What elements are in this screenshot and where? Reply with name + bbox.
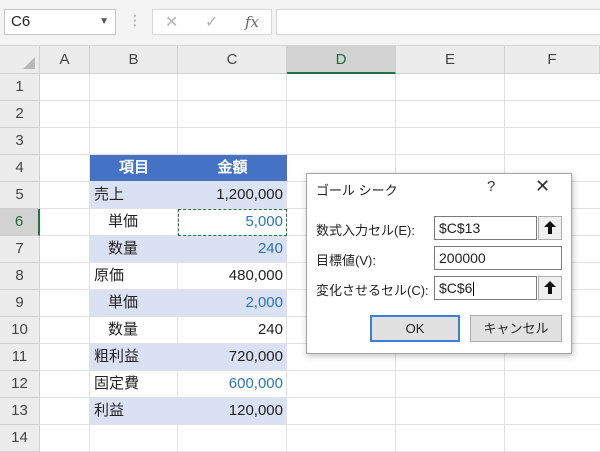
- collapse-dialog-arrow-icon: [544, 221, 556, 234]
- dialog-title: ゴール シーク: [316, 183, 398, 198]
- table-row-value[interactable]: 240: [178, 236, 287, 262]
- formula-buttons: ✕ ✓ fx: [152, 9, 272, 35]
- row-header-13[interactable]: 13: [0, 398, 40, 425]
- row-header-6[interactable]: 6: [0, 209, 40, 236]
- row-header-7[interactable]: 7: [0, 236, 40, 263]
- set-cell-input[interactable]: $C$13: [434, 216, 537, 240]
- column-header-e[interactable]: E: [396, 46, 505, 74]
- set-cell-ref-button[interactable]: [538, 216, 562, 240]
- table-row-label[interactable]: 数量: [90, 236, 178, 262]
- row-header-12[interactable]: 12: [0, 371, 40, 398]
- row-header-14[interactable]: 14: [0, 425, 40, 452]
- copy-marquee: [178, 209, 287, 236]
- table-row-label[interactable]: 数量: [90, 317, 178, 343]
- set-cell-label: 数式入力セル(E):: [316, 223, 415, 238]
- chevron-down-icon[interactable]: ▼: [99, 10, 109, 34]
- changing-cell-label: 変化させるセル(C):: [316, 283, 429, 298]
- table-row-label[interactable]: 粗利益: [90, 344, 178, 370]
- column-header-b[interactable]: B: [90, 46, 178, 74]
- table-row-label[interactable]: 売上: [90, 182, 178, 208]
- close-icon[interactable]: ✕: [535, 176, 550, 197]
- changing-cell-value: $C$6: [439, 280, 473, 296]
- table-row-value[interactable]: 120,000: [178, 398, 287, 424]
- help-icon[interactable]: ?: [487, 178, 495, 195]
- row-header-8[interactable]: 8: [0, 263, 40, 290]
- row-header-4[interactable]: 4: [0, 155, 40, 182]
- row-header-9[interactable]: 9: [0, 290, 40, 317]
- text-caret: [473, 282, 475, 297]
- more-options-icon[interactable]: ⋮: [128, 12, 142, 29]
- name-box[interactable]: C6 ▼: [4, 9, 116, 35]
- collapse-dialog-arrow-icon: [544, 281, 556, 294]
- gridline: [40, 100, 600, 101]
- row-header-11[interactable]: 11: [0, 344, 40, 371]
- column-header-f[interactable]: F: [505, 46, 600, 74]
- column-header-a[interactable]: A: [40, 46, 90, 74]
- to-value-label: 目標値(V):: [316, 253, 376, 268]
- ok-button[interactable]: OK: [370, 315, 460, 342]
- table-row-label[interactable]: 利益: [90, 398, 178, 424]
- table-row-value[interactable]: 600,000: [178, 371, 287, 397]
- table-header-amount[interactable]: 金額: [178, 155, 287, 181]
- table-header-item[interactable]: 項目: [90, 155, 178, 181]
- enter-icon[interactable]: ✓: [205, 12, 218, 32]
- name-box-value: C6: [11, 13, 31, 30]
- goal-seek-dialog: ゴール シーク ? ✕ 数式入力セル(E): $C$13 目標値(V): 200…: [306, 173, 572, 354]
- cancel-button[interactable]: キャンセル: [470, 315, 562, 342]
- to-value-input[interactable]: 200000: [434, 246, 562, 270]
- table-row-label[interactable]: 原価: [90, 263, 178, 289]
- table-row-value[interactable]: 480,000: [178, 263, 287, 289]
- table-row-label[interactable]: 単価: [90, 209, 178, 235]
- column-header-c[interactable]: C: [178, 46, 287, 74]
- changing-cell-ref-button[interactable]: [538, 276, 562, 300]
- row-header-2[interactable]: 2: [0, 101, 40, 128]
- formula-input[interactable]: [276, 9, 600, 35]
- row-header-10[interactable]: 10: [0, 317, 40, 344]
- table-row-label[interactable]: 単価: [90, 290, 178, 316]
- select-all-button[interactable]: [0, 46, 40, 74]
- table-row-label[interactable]: 固定費: [90, 371, 178, 397]
- row-header-5[interactable]: 5: [0, 182, 40, 209]
- gridline: [40, 424, 600, 425]
- formula-bar: C6 ▼ ⋮ ✕ ✓ fx: [0, 0, 600, 46]
- table-row-value[interactable]: 2,000: [178, 290, 287, 316]
- table-row-value[interactable]: 1,200,000: [178, 182, 287, 208]
- changing-cell-input[interactable]: $C$6: [434, 276, 537, 300]
- insert-function-icon[interactable]: fx: [245, 13, 259, 31]
- cancel-icon[interactable]: ✕: [165, 12, 178, 32]
- gridline: [40, 127, 600, 128]
- table-row-value[interactable]: 720,000: [178, 344, 287, 370]
- column-header-d[interactable]: D: [287, 46, 396, 74]
- table-row-value[interactable]: 240: [178, 317, 287, 343]
- row-header-3[interactable]: 3: [0, 128, 40, 155]
- row-header-1[interactable]: 1: [0, 74, 40, 101]
